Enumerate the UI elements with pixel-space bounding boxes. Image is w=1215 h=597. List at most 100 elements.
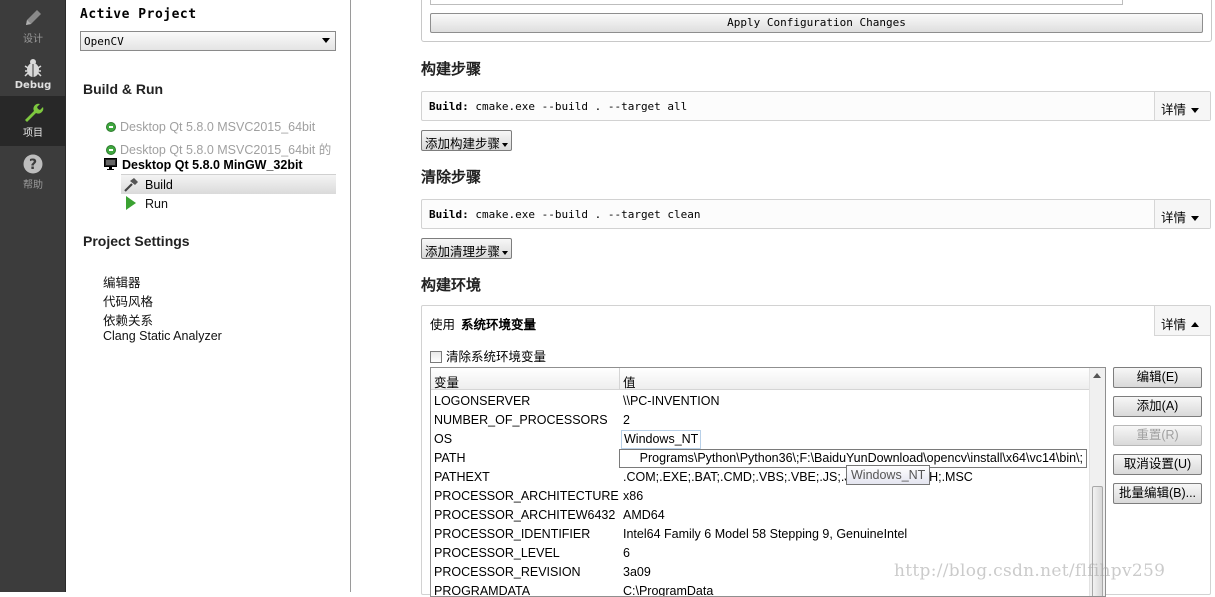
build-settings-item[interactable]: Build [121,174,336,194]
build-step-prefix: Build: [429,100,469,113]
clear-system-environment-checkbox[interactable]: 清除系统环境变量 [430,346,546,365]
batch-edit-button[interactable]: 批量编辑(B)... [1113,483,1202,504]
kit-label: Desktop Qt 5.8.0 MSVC2015_64bit 的 [120,143,332,157]
build-step-summary: Build: cmake.exe --build . --target all [429,100,687,113]
add-clean-step-label: 添加清理步骤 [425,245,501,259]
value-tooltip: Windows_NT [846,465,931,485]
kit-item[interactable]: Desktop Qt 5.8.0 MSVC2015_64bit [106,120,315,138]
settings-item-dependencies[interactable]: 依赖关系 [103,310,153,329]
env-use-label: 使用 [430,318,456,332]
chevron-down-icon [502,251,509,255]
table-row[interactable]: OS Windows_NT [431,430,1090,449]
build-step-details-button[interactable]: 详情 [1154,92,1210,120]
env-use-value: 系统环境变量 [461,318,537,332]
wrench-icon [25,103,44,122]
mode-debug-label: Debug [14,80,52,91]
variable-name: PATHEXT [434,470,490,484]
bug-icon [24,59,42,77]
hammer-icon [124,178,138,192]
project-select-value: OpenCV [84,35,124,48]
variable-name: PATH [434,451,466,465]
watermark-text: http://blog.csdn.net/flfihpv259 [894,561,1166,581]
build-environment-panel: 使用 系统环境变量 详情 清除系统环境变量 变量 值 LOGONSERVER \\P… [421,305,1211,597]
variable-value: x86 [623,489,644,503]
build-settings-page: Apply Configuration Changes 构建步骤 Build: … [351,0,1215,597]
add-kit-icon [106,145,116,155]
environment-details-button[interactable]: 详情 [1154,306,1210,336]
clean-steps-heading: 清除步骤 [421,169,482,186]
settings-item-editor[interactable]: 编辑器 [103,272,141,291]
path-value-text: Programs\Python\Python36\;F:\BaiduYunDow… [639,451,1083,465]
mode-projects[interactable]: 项目 [0,96,66,146]
build-environment-heading: 构建环境 [421,277,482,294]
variable-name: PROCESSOR_LEVEL [434,546,560,560]
variable-name: PROCESSOR_IDENTIFIER [434,527,591,541]
table-row[interactable]: LOGONSERVER \\PC-INVENTION [431,392,1090,411]
add-build-step-button[interactable]: 添加构建步骤 [421,130,513,151]
chevron-down-icon [502,143,509,147]
scroll-up-icon[interactable] [1093,373,1101,378]
chevron-down-icon [1191,108,1200,113]
column-header-variable[interactable]: 变量 [434,372,459,391]
project-navigation-panel: Active Project OpenCV Build & Run Deskto… [66,0,351,592]
clear-system-environment-label: 清除系统环境变量 [446,350,547,364]
clean-step-details-button[interactable]: 详情 [1154,200,1210,228]
column-divider [619,368,620,390]
mode-bar: 设计 Debug 项目 ? 帮助 [0,0,66,592]
table-row[interactable]: PATHEXT .COM;.EXE;.BAT;.CMD;.VBS;.VBE;.JS… [431,468,1090,487]
build-run-title: Build & Run [83,81,164,97]
clean-step-command: cmake.exe --build . --target clean [475,208,701,221]
project-select[interactable]: OpenCV [80,31,336,51]
table-row[interactable]: PROCESSOR_ARCHITECTURE x86 [431,487,1090,506]
reset-variable-button[interactable]: 重置(R) [1113,425,1202,446]
svg-text:?: ? [29,157,37,173]
clean-step-prefix: Build: [429,208,469,221]
mode-projects-label: 项目 [23,128,43,139]
chevron-down-icon [1191,216,1200,221]
add-build-step-label: 添加构建步骤 [425,137,501,151]
edit-variable-button[interactable]: 编辑(E) [1113,367,1202,388]
variable-value: \\PC-INVENTION [623,394,720,408]
mode-design[interactable]: 设计 [0,2,66,52]
mode-debug[interactable]: Debug [0,52,66,102]
variable-name: PROCESSOR_ARCHITEW6432 [434,508,616,522]
kit-item[interactable]: Desktop Qt 5.8.0 MSVC2015_64bit 的 [106,139,331,157]
variable-name: LOGONSERVER [434,394,531,408]
cmake-config-table [430,0,1123,5]
variable-name: OS [434,432,453,446]
add-variable-button[interactable]: 添加(A) [1113,396,1202,417]
clean-step: Build: cmake.exe --build . --target clea… [421,199,1211,229]
mode-help[interactable]: ? 帮助 [0,148,66,198]
table-header: 变量 值 [431,368,1090,390]
checkbox-icon [430,351,442,363]
unset-variable-button[interactable]: 取消设置(U) [1113,454,1202,475]
table-row[interactable]: PATH Programs\Python\Python36\;F:\BaiduYu… [431,449,1090,468]
kit-label: Desktop Qt 5.8.0 MinGW_32bit [122,158,303,172]
pencil-icon [26,10,41,25]
build-step: Build: cmake.exe --build . --target all … [421,91,1211,121]
table-row[interactable]: PROCESSOR_IDENTIFIER Intel64 Family 6 Mod… [431,525,1090,544]
variable-value: C:\ProgramData [623,584,714,597]
run-settings-item[interactable]: Run [125,196,168,211]
environment-summary: 使用 系统环境变量 [430,314,536,333]
table-row[interactable]: PROGRAMDATA C:\ProgramData [431,582,1090,597]
help-icon: ? [23,154,43,174]
variable-name: NUMBER_OF_PROCESSORS [434,413,608,427]
run-icon [126,196,136,210]
variable-value: 3a09 [623,565,651,579]
settings-item-code-style[interactable]: 代码风格 [103,291,153,310]
settings-item-clang-analyzer[interactable]: Clang Static Analyzer [103,329,222,343]
mode-help-label: 帮助 [23,180,43,191]
variable-name: PROCESSOR_REVISION [434,565,581,579]
chevron-down-icon [322,38,330,43]
add-clean-step-button[interactable]: 添加清理步骤 [421,238,513,259]
apply-configuration-button[interactable]: Apply Configuration Changes [430,13,1203,33]
variable-value-editor[interactable]: Windows_NT [621,430,701,449]
table-row[interactable]: PROCESSOR_ARCHITEW6432 AMD64 [431,506,1090,525]
variable-value: Intel64 Family 6 Model 58 Stepping 9, Ge… [623,527,908,541]
column-header-value[interactable]: 值 [623,372,636,391]
details-label: 详情 [1161,103,1187,117]
chevron-up-icon [1191,322,1200,327]
table-row[interactable]: NUMBER_OF_PROCESSORS 2 [431,411,1090,430]
project-settings-title: Project Settings [83,233,190,249]
